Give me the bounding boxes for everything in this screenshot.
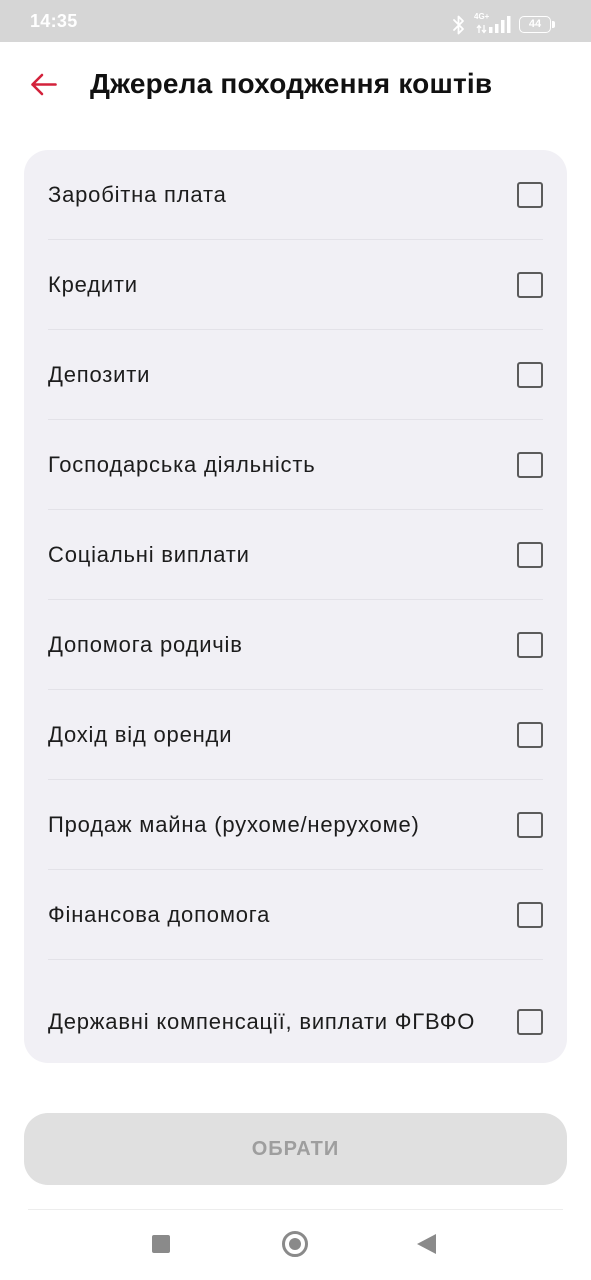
option-checkbox[interactable] — [517, 271, 543, 298]
list-item[interactable]: Господарська діяльність — [48, 420, 543, 510]
list-item[interactable]: Соціальні виплати — [48, 510, 543, 600]
status-bar: 14:35 4G+ 44 — [0, 0, 591, 42]
battery-level: 44 — [528, 18, 542, 30]
home-dot — [289, 1238, 301, 1250]
option-checkbox[interactable] — [517, 631, 543, 658]
option-label: Господарська діяльність — [48, 452, 316, 477]
select-button-label: ОБРАТИ — [251, 1137, 340, 1160]
list-item[interactable]: Заробітна плата — [48, 150, 543, 240]
option-checkbox[interactable] — [517, 901, 543, 928]
list-item[interactable]: Дохід від оренди — [48, 690, 543, 780]
option-checkbox[interactable] — [517, 451, 543, 478]
status-time: 14:35 — [30, 11, 78, 31]
option-checkbox[interactable] — [517, 811, 543, 838]
arrow-left-icon — [30, 73, 57, 95]
list-item[interactable]: Продаж майна (рухоме/нерухоме) — [48, 780, 543, 870]
nav-divider — [28, 1209, 563, 1210]
bluetooth-icon — [453, 15, 464, 35]
battery-icon: 44 — [519, 16, 551, 33]
select-button[interactable]: ОБРАТИ — [24, 1113, 567, 1185]
option-label: Допомога родичів — [48, 632, 243, 657]
page-title: Джерела походження коштів — [90, 68, 493, 99]
option-checkbox[interactable] — [517, 1008, 543, 1035]
option-label: Депозити — [48, 362, 151, 387]
option-checkbox[interactable] — [517, 721, 543, 748]
recents-square-icon[interactable] — [152, 1235, 170, 1253]
list-item[interactable]: Депозити — [48, 330, 543, 420]
data-activity-icon — [476, 24, 487, 34]
option-label: Заробітна плата — [48, 182, 227, 207]
list-item[interactable]: Кредити — [48, 240, 543, 330]
option-label: Соціальні виплати — [48, 542, 250, 567]
option-checkbox[interactable] — [517, 181, 543, 208]
option-label: Фінансова допомога — [48, 902, 271, 927]
signal-icon — [489, 16, 511, 33]
option-checkbox[interactable] — [517, 541, 543, 568]
option-label: Державні компенсації, виплати ФГВФО — [48, 1009, 476, 1034]
options-list: Заробітна плата Кредити Депозити Господа… — [24, 150, 567, 1063]
list-item[interactable]: Допомога родичів — [48, 600, 543, 690]
option-label: Кредити — [48, 272, 138, 297]
back-triangle-icon[interactable] — [417, 1234, 436, 1254]
list-item[interactable]: Фінансова допомога — [48, 870, 543, 960]
battery-nub — [552, 21, 555, 28]
home-circle-icon[interactable] — [282, 1231, 308, 1257]
list-item[interactable]: Державні компенсації, виплати ФГВФО — [48, 960, 543, 1063]
back-button[interactable] — [24, 66, 62, 102]
option-checkbox[interactable] — [517, 361, 543, 388]
option-label: Продаж майна (рухоме/нерухоме) — [48, 812, 420, 837]
option-label: Дохід від оренди — [48, 722, 233, 747]
